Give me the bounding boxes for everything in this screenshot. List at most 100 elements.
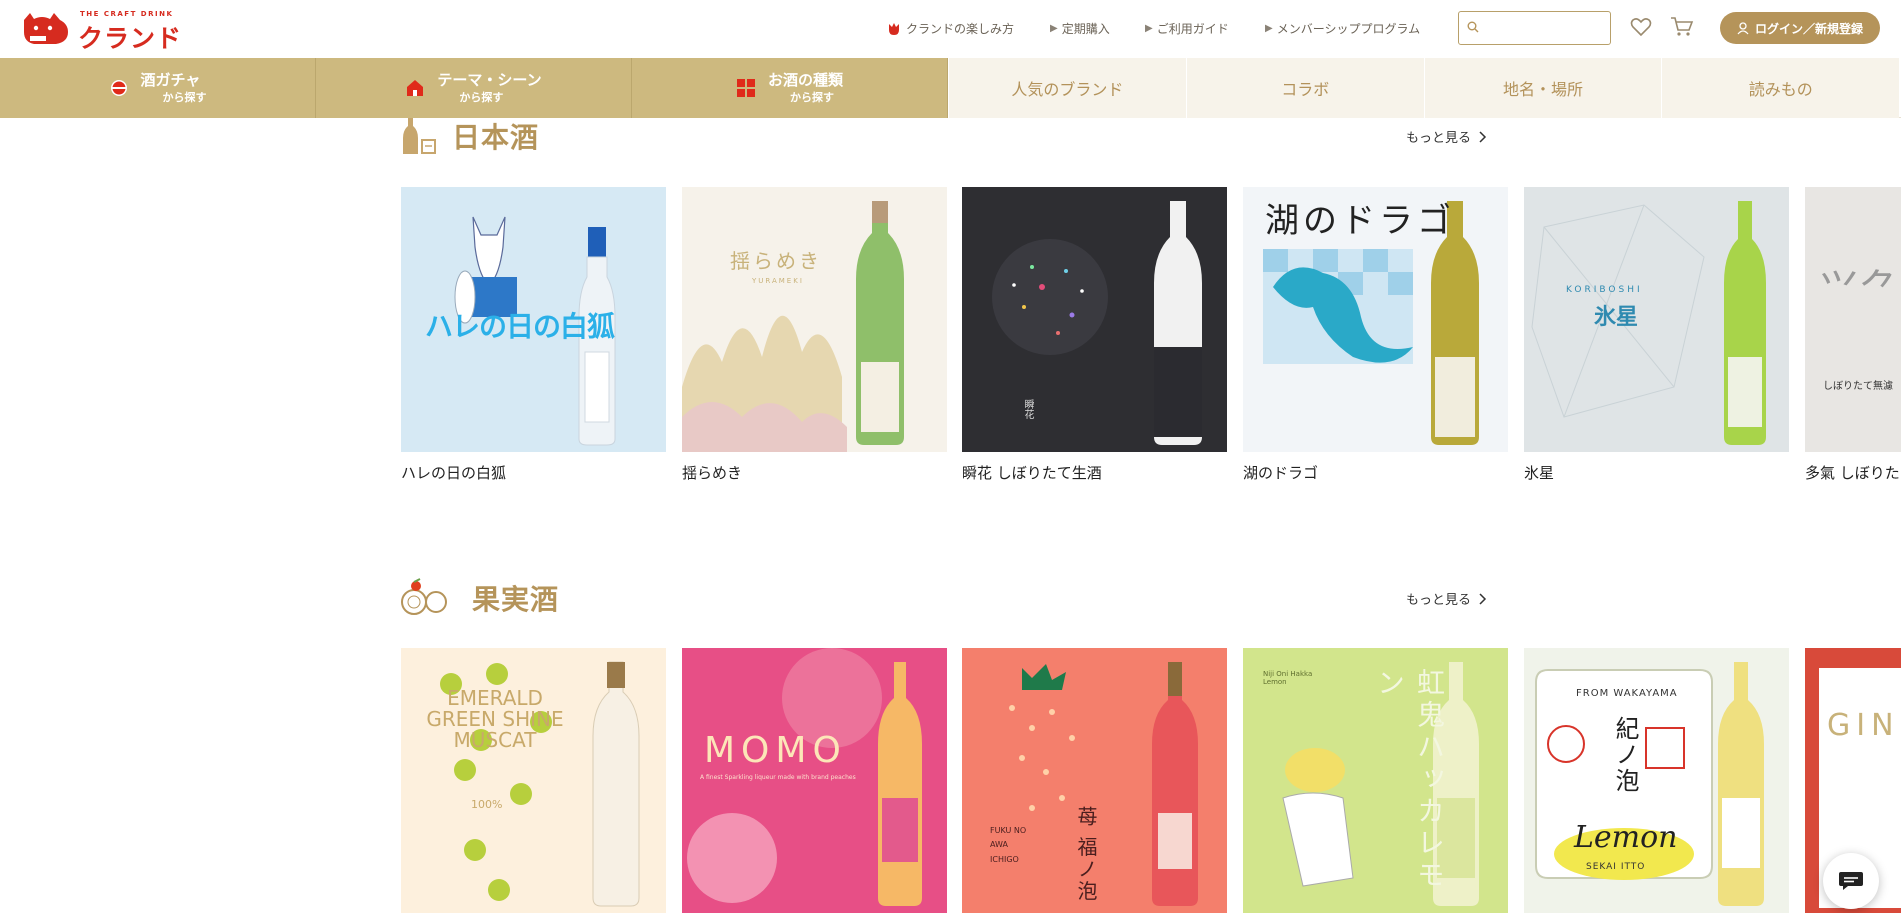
- category-theme-title: テーマ・シーン: [437, 71, 542, 90]
- product-image: ⺍⺈ しぼりたて無濾: [1805, 187, 1901, 452]
- cat-logo-icon: [24, 13, 68, 44]
- chat-bubble-icon: [1839, 872, 1863, 890]
- product-name: 瞬花 しぼりたて生酒: [962, 464, 1102, 482]
- product-art-text: 虹鬼ハッカレモン: [1373, 668, 1446, 892]
- search-input[interactable]: [1485, 16, 1605, 40]
- category-gacha-sub: から探す: [162, 90, 207, 104]
- product-art-text: MOMO: [704, 730, 847, 771]
- section-fruit-title: 果実酒: [472, 583, 560, 616]
- product-name: 氷星: [1524, 464, 1555, 482]
- product-art-text: 紀ノ泡: [1611, 716, 1639, 794]
- section-sake-header: 日本酒: [400, 116, 539, 156]
- product-card[interactable]: 揺らめき YURAMEKI 揺らめき: [682, 187, 947, 483]
- grid-icon: [736, 79, 755, 97]
- user-icon: [1737, 21, 1749, 34]
- search-icon: [1467, 21, 1479, 33]
- sake-bottle-icon: [403, 118, 436, 154]
- nav-enjoy-label: クランドの楽しみ方: [906, 22, 1015, 36]
- category-gacha[interactable]: 酒ガチャ から探す: [0, 58, 316, 118]
- nav-enjoy-link[interactable]: クランドの楽しみ方: [888, 20, 1014, 37]
- product-image: 瞬花: [962, 187, 1227, 452]
- category-theme[interactable]: テーマ・シーン から探す: [316, 58, 632, 118]
- product-art-text: EMERALD GREEN SHINE MUSCAT: [426, 686, 564, 752]
- nav-subscription-link[interactable]: ▶ 定期購入: [1050, 20, 1110, 37]
- category-popular-brands[interactable]: 人気のブランド: [948, 58, 1186, 118]
- nav-guide-label: ご利用ガイド: [1156, 22, 1229, 36]
- product-card[interactable]: 湖のドラゴ 湖のドラゴ: [1243, 187, 1508, 483]
- logo-tagline: THE CRAFT DRINK: [80, 10, 174, 18]
- category-type-title: お酒の種類: [767, 71, 843, 90]
- logo-text: クランド: [78, 24, 183, 53]
- nav-guide-link[interactable]: ▶ ご利用ガイド: [1145, 20, 1229, 37]
- category-place[interactable]: 地名・場所: [1423, 58, 1662, 118]
- triangle-icon: ▶: [1265, 23, 1273, 34]
- product-art-sub: KORIBOSHI: [1566, 285, 1643, 295]
- section-sake-more-link[interactable]: もっと見る: [1406, 127, 1487, 146]
- product-art-text: 苺 福ノ泡: [1074, 806, 1098, 903]
- product-card[interactable]: FROM WAKAYAMA 紀ノ泡 Lemon SEKAI ITTO: [1524, 648, 1789, 913]
- section-fruit-more-link[interactable]: もっと見る: [1406, 589, 1487, 608]
- category-theme-sub: から探す: [459, 90, 504, 104]
- fruit-icon: [401, 578, 447, 615]
- product-image: ハレの日の白狐: [401, 187, 666, 452]
- login-label: ログイン／新規登録: [1754, 21, 1863, 36]
- more-label: もっと見る: [1406, 593, 1472, 608]
- product-name: 湖のドラゴ: [1243, 464, 1319, 482]
- chevron-right-icon: [1479, 592, 1487, 605]
- product-card[interactable]: 虹鬼ハッカレモン Niji Oni Hakka Lemon: [1243, 648, 1508, 913]
- product-art-sub: A finest Sparkling liqueur made with bra…: [700, 774, 856, 781]
- product-art-sub: 100%: [471, 798, 503, 811]
- favorite-heart-icon[interactable]: [1630, 16, 1652, 38]
- tulip-icon: [889, 22, 899, 35]
- nav-subscription-label: 定期購入: [1061, 22, 1110, 36]
- triangle-icon: ▶: [1145, 23, 1153, 34]
- nav-membership-label: メンバーシッププログラム: [1276, 22, 1421, 36]
- cart-icon[interactable]: [1670, 16, 1694, 38]
- calligraphy-art: ⺍⺈: [1819, 267, 1899, 313]
- category-gacha-title: 酒ガチャ: [140, 71, 201, 90]
- chevron-right-icon: [1479, 130, 1487, 143]
- more-label: もっと見る: [1406, 131, 1472, 146]
- product-image: 苺 福ノ泡 FUKU NO AWA ICHIGO: [962, 648, 1227, 913]
- product-art-text: ハレの日の白狐: [425, 310, 615, 343]
- product-name: ハレの日の白狐: [401, 464, 507, 482]
- site-logo[interactable]: THE CRAFT DRINK クランド: [20, 8, 181, 53]
- section-fruit-header: 果実酒: [400, 578, 559, 618]
- product-image: MOMO A finest Sparkling liqueur made wit…: [682, 648, 947, 913]
- category-type[interactable]: お酒の種類 から探す: [632, 58, 948, 118]
- product-art-sub2: Lemon: [1574, 820, 1678, 855]
- product-image: 湖のドラゴ: [1243, 187, 1508, 452]
- product-name: 多氣 しぼりた: [1805, 464, 1900, 482]
- product-image: 揺らめき YURAMEKI: [682, 187, 947, 452]
- category-type-sub: から探す: [789, 90, 834, 104]
- product-card[interactable]: EMERALD GREEN SHINE MUSCAT 100%: [401, 648, 666, 913]
- product-image: FROM WAKAYAMA 紀ノ泡 Lemon SEKAI ITTO: [1524, 648, 1789, 913]
- product-card[interactable]: MOMO A finest Sparkling liqueur made wit…: [682, 648, 947, 913]
- product-name: 揺らめき: [682, 464, 743, 482]
- chat-button[interactable]: [1823, 853, 1879, 909]
- product-art-sub3: SEKAI ITTO: [1586, 862, 1646, 872]
- login-button[interactable]: ログイン／新規登録: [1720, 12, 1880, 44]
- product-card[interactable]: KORIBOSHI 氷星 氷星: [1524, 187, 1789, 483]
- product-art-sub: FROM WAKAYAMA: [1576, 688, 1678, 699]
- nav-membership-link[interactable]: ▶ メンバーシッププログラム: [1265, 20, 1420, 37]
- category-reading[interactable]: 読みもの: [1661, 58, 1900, 118]
- wave-mountain-art: [682, 201, 904, 452]
- gacha-icon: [110, 80, 127, 96]
- product-card[interactable]: 苺 福ノ泡 FUKU NO AWA ICHIGO: [962, 648, 1227, 913]
- triangle-icon: ▶: [1050, 23, 1058, 34]
- product-art-text: GIN: [1827, 708, 1900, 743]
- product-card[interactable]: 瞬花 瞬花 しぼりたて生酒: [962, 187, 1227, 483]
- search-box: [1458, 11, 1611, 45]
- site-header: THE CRAFT DRINK クランド クランドの楽しみ方 ▶ 定期購入 ▶ …: [0, 0, 1901, 58]
- product-art-text: 揺らめき: [730, 249, 822, 273]
- house-icon: [407, 80, 424, 96]
- product-art-sub: YURAMEKI: [752, 277, 804, 285]
- product-art-sub: FUKU NO AWA ICHIGO: [990, 826, 1027, 864]
- section-sake-title: 日本酒: [452, 121, 540, 154]
- product-card[interactable]: ハレの日の白狐 ハレの日の白狐: [401, 187, 666, 483]
- product-card[interactable]: ⺍⺈ しぼりたて無濾 多氣 しぼりた: [1805, 187, 1901, 483]
- category-collab[interactable]: コラボ: [1185, 58, 1424, 118]
- product-image: KORIBOSHI 氷星: [1524, 187, 1789, 452]
- sparkle-flower-art: [992, 201, 1202, 445]
